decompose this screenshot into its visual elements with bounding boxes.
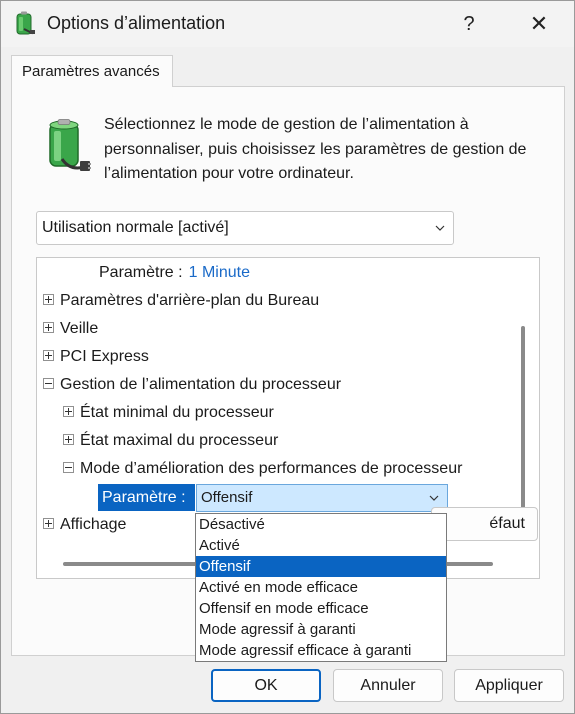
help-button[interactable]: ? — [451, 9, 487, 39]
tree-item-sleep[interactable]: Veille — [43, 316, 98, 342]
restore-defaults-button[interactable]: éfaut — [431, 507, 538, 541]
expand-plus-icon[interactable] — [63, 433, 74, 445]
battery-plug-icon — [49, 119, 91, 171]
dropdown-option[interactable]: Activé en mode efficace — [196, 577, 446, 598]
dropdown-option-selected[interactable]: Offensif — [196, 556, 446, 577]
expand-plus-icon[interactable] — [63, 405, 74, 417]
ok-button[interactable]: OK — [211, 669, 321, 702]
param-label-selected: Paramètre : — [98, 484, 195, 511]
setting-label: Paramètre : — [99, 264, 183, 281]
close-button[interactable]: ✕ — [521, 9, 557, 39]
restore-defaults-label: éfaut — [489, 515, 525, 532]
tree-item-max-processor-state[interactable]: État maximal du processeur — [63, 428, 278, 454]
collapse-minus-icon[interactable] — [43, 377, 54, 389]
cancel-button[interactable]: Annuler — [333, 669, 443, 702]
dropdown-option[interactable]: Mode agressif à garanti — [196, 619, 446, 640]
perf-boost-mode-combo[interactable]: Offensif — [196, 484, 448, 512]
tree-item-label: Affichage — [60, 516, 127, 533]
window-title: Options d’alimentation — [47, 13, 226, 33]
tree-item-label: Mode d’amélioration des performances de … — [80, 460, 463, 477]
collapse-minus-icon[interactable] — [63, 461, 74, 473]
tab-advanced-settings[interactable]: Paramètres avancés — [11, 55, 173, 87]
expand-plus-icon[interactable] — [43, 517, 54, 529]
tree-item-label: PCI Express — [60, 348, 149, 365]
tree-item-label: État maximal du processeur — [80, 432, 279, 449]
tree-item-label: État minimal du processeur — [80, 404, 274, 421]
dropdown-option[interactable]: Offensif en mode efficace — [196, 598, 446, 619]
tree-item-processor-power[interactable]: Gestion de l’alimentation du processeur — [43, 372, 341, 398]
tree-item-pci-express[interactable]: PCI Express — [43, 344, 149, 370]
tree-setting-row[interactable]: Paramètre : 1 Minute — [99, 260, 250, 286]
chevron-down-icon — [435, 225, 445, 231]
combo-value: Offensif — [201, 489, 253, 506]
battery-app-icon — [16, 11, 35, 35]
dropdown-option[interactable]: Activé — [196, 535, 446, 556]
chevron-down-icon — [429, 495, 439, 501]
perf-boost-mode-dropdown-list[interactable]: Désactivé Activé Offensif Activé en mode… — [195, 513, 447, 662]
tree-item-label: Paramètres d'arrière-plan du Bureau — [60, 292, 320, 309]
tree-item-perf-boost-mode[interactable]: Mode d’amélioration des performances de … — [63, 456, 462, 482]
expand-plus-icon[interactable] — [43, 321, 54, 333]
tree-item-display[interactable]: Affichage — [43, 512, 126, 538]
title-bar: Options d’alimentation ? ✕ — [1, 1, 574, 47]
setting-value-link[interactable]: 1 Minute — [189, 264, 250, 281]
vertical-scrollbar[interactable] — [521, 326, 525, 526]
tree-item-label: Veille — [60, 320, 99, 337]
expand-plus-icon[interactable] — [43, 349, 54, 361]
power-plan-value: Utilisation normale [activé] — [42, 219, 229, 236]
tree-item-label: Gestion de l’alimentation du processeur — [60, 376, 342, 393]
tree-item-desktop-background[interactable]: Paramètres d'arrière-plan du Bureau — [43, 288, 319, 314]
power-plan-select[interactable]: Utilisation normale [activé] — [36, 211, 454, 245]
dropdown-option[interactable]: Désactivé — [196, 514, 446, 535]
expand-plus-icon[interactable] — [43, 293, 54, 305]
power-options-dialog: Options d’alimentation ? ✕ Paramètres av… — [0, 0, 575, 714]
dropdown-option[interactable]: Mode agressif efficace à garanti — [196, 640, 446, 661]
description-text: Sélectionnez le mode de gestion de l’ali… — [104, 116, 527, 182]
apply-button[interactable]: Appliquer — [454, 669, 564, 702]
tree-item-min-processor-state[interactable]: État minimal du processeur — [63, 400, 274, 426]
